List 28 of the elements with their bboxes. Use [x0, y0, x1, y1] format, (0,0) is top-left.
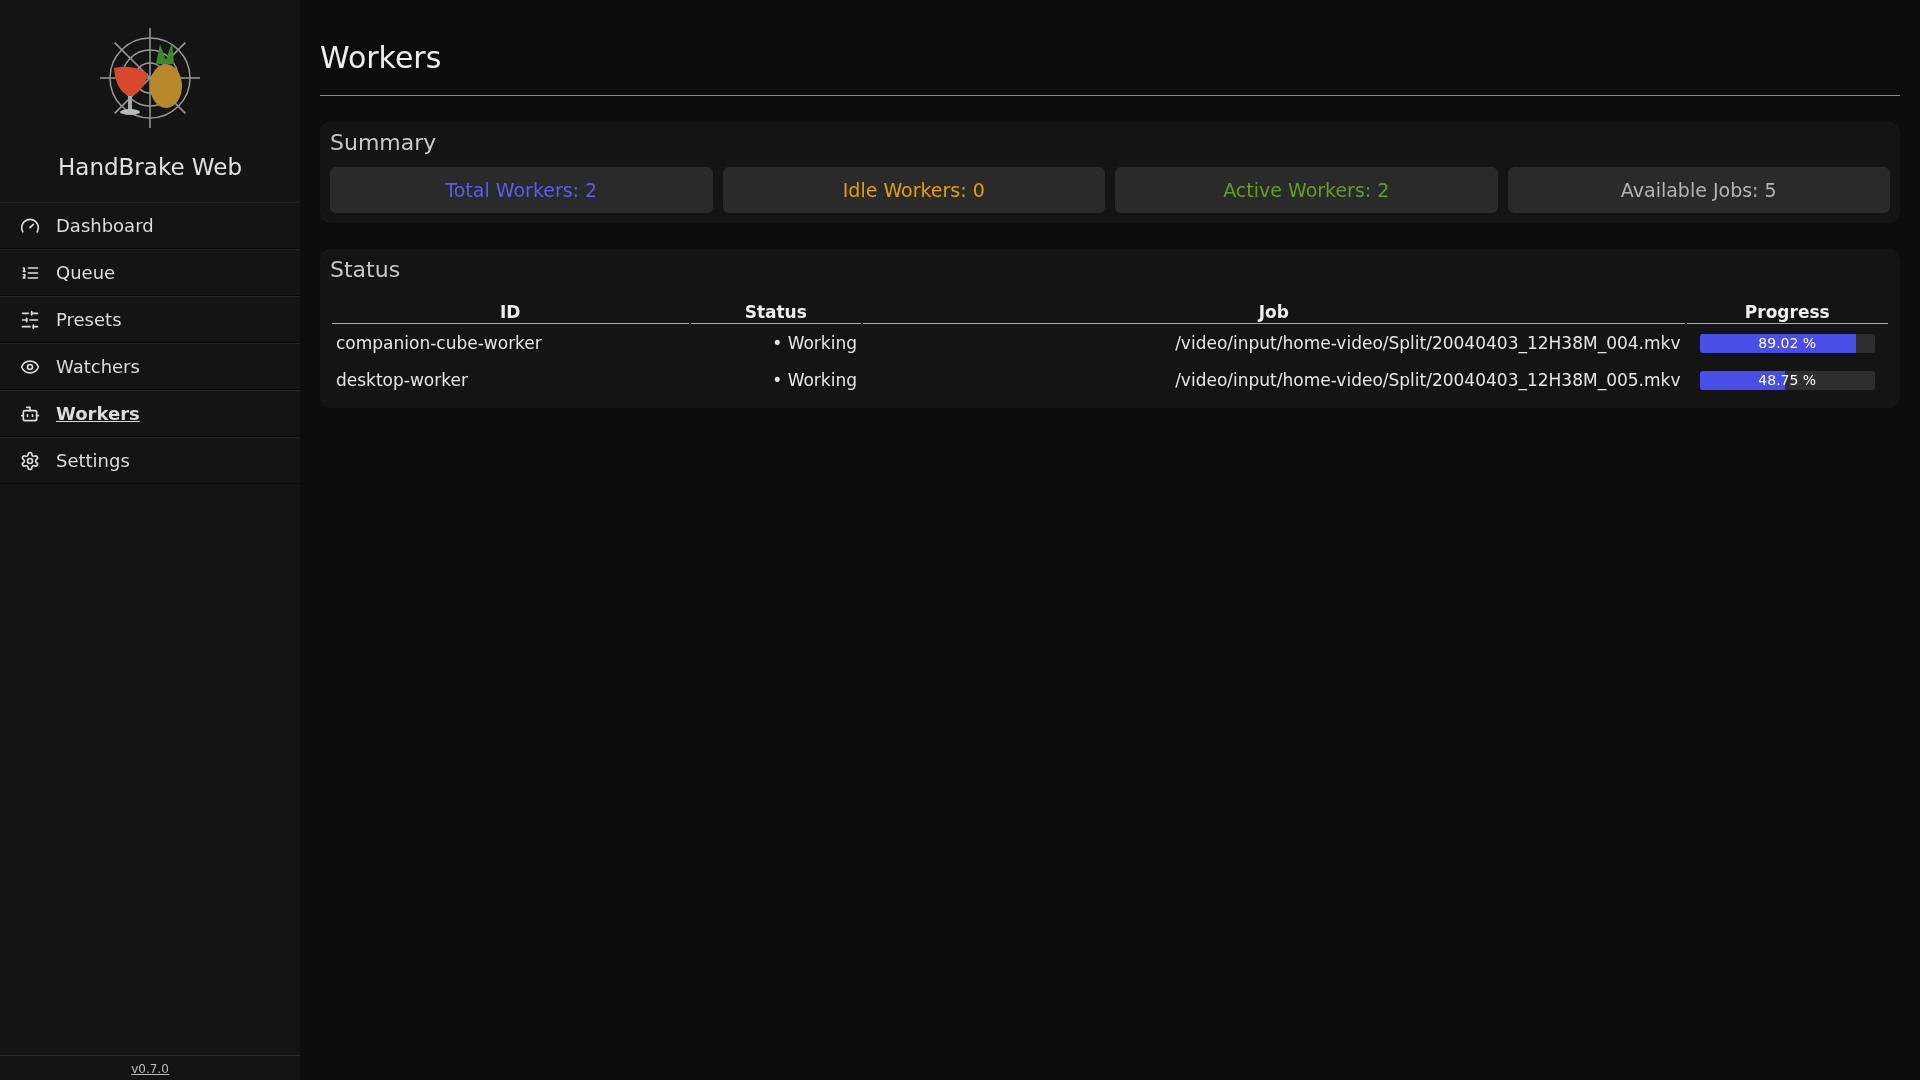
panel-title: Summary: [330, 130, 438, 155]
sidebar-item[interactable]: Presets: [0, 296, 300, 343]
sliders-icon: [20, 309, 40, 330]
stat-card: Available Jobs: 5: [1507, 167, 1890, 213]
app-name: HandBrake Web: [57, 153, 243, 182]
version-link[interactable]: v0.7.0: [131, 1062, 169, 1076]
sidebar-item[interactable]: Workers: [0, 390, 300, 437]
table-cell-text: /video/input/home-video/Split/20040403_12H38M_005.mkv: [1174, 369, 1682, 393]
sidebar-item[interactable]: Settings: [0, 437, 300, 484]
page-title: Workers: [320, 40, 1900, 96]
sidebar-item[interactable]: Dashboard: [0, 202, 300, 249]
table-cell-text: desktop-worker: [335, 369, 469, 392]
settings-icon: [20, 450, 40, 471]
panel-title: Status: [330, 257, 402, 282]
table-cell-text: • Working: [771, 369, 858, 392]
stat-card: Active Workers: 2: [1115, 167, 1498, 213]
sidebar-item[interactable]: Queue: [0, 249, 300, 296]
column-header: Progress: [1686, 294, 1888, 324]
table-cell-text: /video/input/home-video/Split/20040403_12H38M_004.mkv: [1174, 332, 1682, 356]
sidebar-item[interactable]: Watchers: [0, 343, 300, 390]
stat-card: Idle Workers: 0: [722, 167, 1105, 213]
column-header: Job: [863, 294, 1685, 324]
column-header: ID: [332, 294, 689, 324]
table-cell-text: • Working: [771, 332, 858, 355]
stat-card: Total Workers: 2: [330, 167, 713, 213]
table-cell-text: companion-cube-worker: [335, 332, 543, 355]
column-header: Status: [690, 294, 861, 324]
progress-reading: 89.02 %: [1757, 334, 1818, 353]
